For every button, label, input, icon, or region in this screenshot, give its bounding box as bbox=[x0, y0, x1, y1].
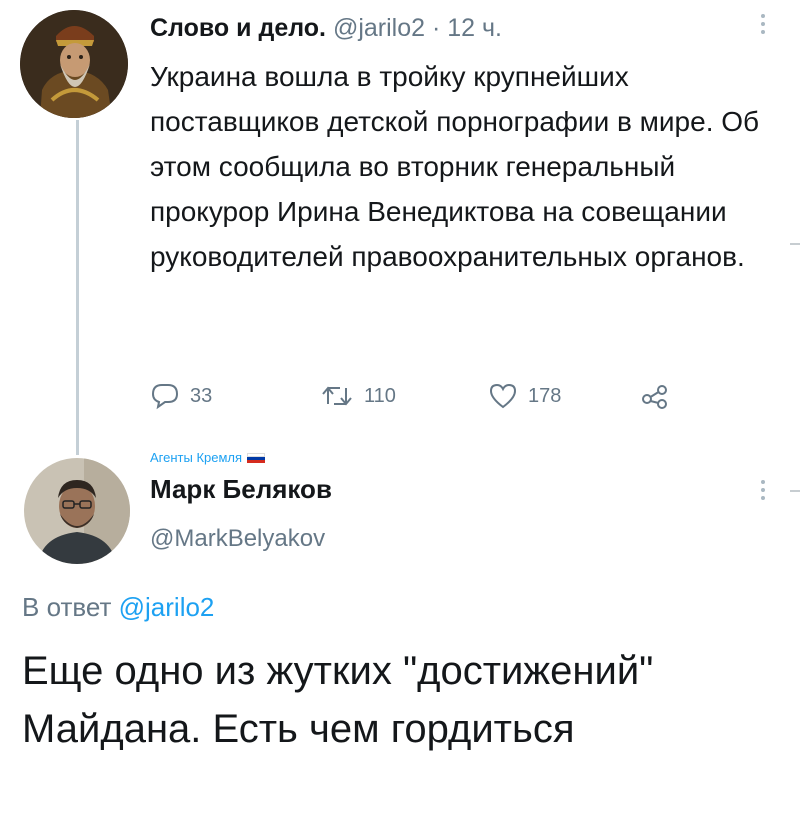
thread-connector-line bbox=[76, 120, 79, 455]
replying-to: В ответ @jarilo2 bbox=[22, 592, 214, 623]
more-vertical-icon[interactable] bbox=[758, 14, 768, 44]
author-avatar[interactable] bbox=[20, 10, 128, 118]
user-label-text: Агенты Кремля bbox=[150, 450, 243, 465]
reply-author-name[interactable]: Марк Беляков bbox=[150, 474, 332, 505]
retweet-count: 110 bbox=[364, 384, 396, 407]
heart-icon bbox=[489, 383, 517, 409]
more-vertical-icon[interactable] bbox=[758, 480, 768, 510]
reply-tweet-text: Еще одно из жутких "достижений" Майдана.… bbox=[22, 649, 654, 751]
like-button[interactable]: 178 bbox=[488, 382, 561, 410]
edge-divider bbox=[790, 243, 800, 245]
tweet-actions-bar: 33 110 178 bbox=[150, 382, 710, 414]
tweet-text: Украина вошла в тройку крупнейших постав… bbox=[150, 61, 760, 272]
replying-to-mention[interactable]: @jarilo2 bbox=[119, 592, 215, 622]
russia-flag-icon bbox=[247, 453, 266, 463]
reply-count: 33 bbox=[190, 384, 213, 407]
author-name[interactable]: Слово и дело. bbox=[150, 14, 326, 42]
reply-icon bbox=[151, 384, 179, 410]
share-icon bbox=[642, 385, 667, 409]
like-count: 178 bbox=[528, 384, 562, 407]
author-handle[interactable]: @jarilo2 bbox=[333, 14, 425, 42]
retweet-button[interactable]: 110 bbox=[320, 382, 396, 410]
tweet-timestamp[interactable]: 12 ч. bbox=[447, 14, 502, 42]
reply-button[interactable]: 33 bbox=[150, 382, 212, 410]
reply-author-avatar[interactable] bbox=[24, 458, 130, 564]
edge-divider bbox=[790, 490, 800, 492]
separator-dot: · bbox=[431, 14, 441, 42]
portrait-photo bbox=[24, 458, 130, 564]
user-label: Агенты Кремля bbox=[150, 450, 266, 465]
portrait-image bbox=[20, 10, 128, 118]
tweet-header: Слово и дело. @jarilo2 · 12 ч. bbox=[150, 14, 502, 43]
retweet-icon bbox=[322, 386, 352, 406]
share-button[interactable] bbox=[640, 382, 670, 410]
reply-author-handle[interactable]: @MarkBelyakov bbox=[150, 525, 325, 553]
replying-to-prefix: В ответ bbox=[22, 592, 112, 622]
